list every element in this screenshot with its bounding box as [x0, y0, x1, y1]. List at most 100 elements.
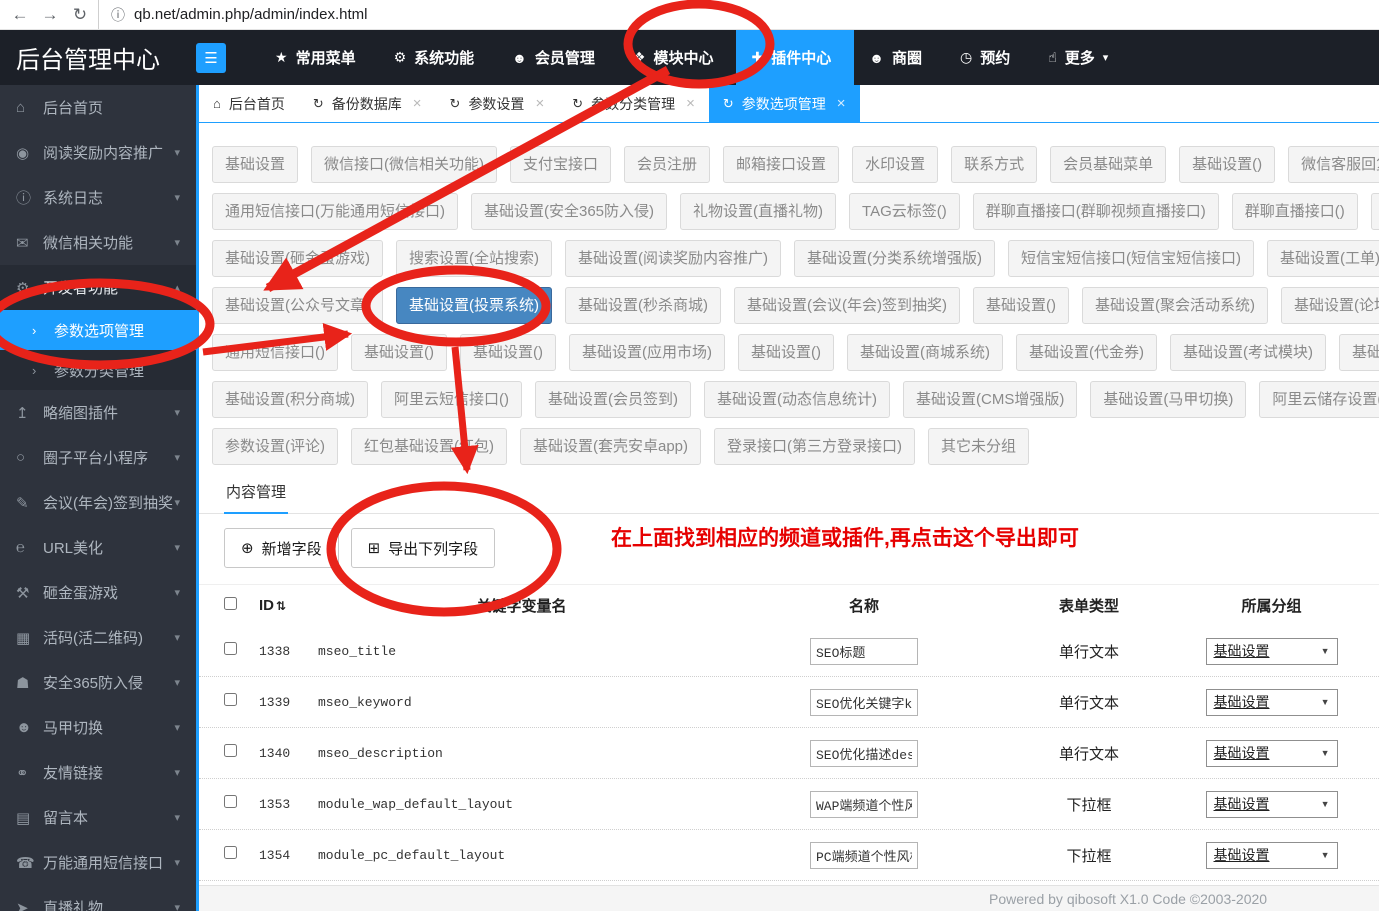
group-select[interactable]: 基础设置 ▼: [1205, 841, 1338, 869]
row-checkbox[interactable]: [224, 642, 237, 655]
group-select[interactable]: 基础设置 ▼: [1205, 790, 1338, 818]
sidebar-item[interactable]: ℮ URL美化 ▾: [0, 525, 196, 570]
nav-item[interactable]: ★ 常用菜单: [260, 30, 379, 85]
nav-item[interactable]: ☻ 商圈: [854, 30, 945, 85]
tab[interactable]: ↻ 参数选项管理 ×: [708, 85, 860, 122]
select-all-checkbox[interactable]: [224, 597, 237, 610]
sidebar-item[interactable]: ▦ 活码(活二维码) ▾: [0, 615, 196, 660]
nav-item[interactable]: ◷ 预约: [945, 30, 1033, 85]
settings-group-button[interactable]: 基础设置(安全365防入侵): [471, 193, 668, 230]
browser-reload-icon[interactable]: ↻: [68, 5, 92, 25]
close-icon[interactable]: ×: [837, 95, 846, 112]
settings-group-button[interactable]: 阿里云短信接口(): [381, 381, 522, 418]
sidebar-item[interactable]: ☗ 安全365防入侵 ▾: [0, 660, 196, 705]
menu-toggle-button[interactable]: ☰: [196, 42, 226, 73]
settings-group-button[interactable]: 联系方式: [951, 146, 1038, 183]
column-id[interactable]: ID ⇅: [259, 597, 304, 614]
sidebar-item[interactable]: ➤ 直播礼物 ▾: [0, 885, 196, 911]
row-checkbox[interactable]: [224, 846, 237, 859]
settings-group-button[interactable]: 基础设置(会议(年会)签到抽奖): [734, 287, 960, 324]
nav-item[interactable]: ☻ 会员管理: [497, 30, 618, 85]
name-input[interactable]: [810, 790, 918, 818]
settings-group-button[interactable]: 基础设置(聚会活动系统): [1081, 287, 1268, 324]
settings-group-button[interactable]: 基础设置(工单): [1267, 240, 1379, 277]
sidebar-item[interactable]: › 参数选项管理: [0, 310, 196, 350]
name-input[interactable]: [810, 688, 918, 716]
settings-group-button[interactable]: 基础设置(动态信息统计): [704, 381, 890, 418]
name-input[interactable]: [810, 841, 918, 869]
sidebar-item[interactable]: ↥ 略缩图插件 ▾: [0, 390, 196, 435]
nav-item[interactable]: ☝ 更多 ▾: [1033, 30, 1123, 85]
tab[interactable]: ⌂ 后台首页 ×: [199, 85, 299, 122]
sidebar-item[interactable]: ☎ 万能通用短信接口 ▾: [0, 840, 196, 885]
settings-group-button[interactable]: 通用短信接口(万能通用短信接口): [212, 193, 458, 230]
settings-group-button[interactable]: 基础设置(套壳安卓app): [520, 428, 702, 465]
settings-group-button[interactable]: 阿里云储存设置(阿里云储存): [1259, 381, 1379, 418]
group-select[interactable]: 基础设置 ▼: [1205, 637, 1338, 665]
settings-group-button[interactable]: 水印设置: [852, 146, 939, 183]
sidebar-item[interactable]: ▤ 留言本 ▾: [0, 795, 196, 840]
group-select[interactable]: 基础设置 ▼: [1205, 739, 1338, 767]
name-input[interactable]: [810, 637, 918, 665]
settings-group-button[interactable]: 基础设置(投票系统): [396, 287, 552, 324]
settings-group-button[interactable]: 基础设置(应用市场): [569, 334, 725, 371]
browser-forward-icon[interactable]: →: [38, 5, 62, 25]
export-fields-button[interactable]: ⊞ 导出下列字段: [350, 528, 496, 568]
settings-group-button[interactable]: 其它未分组: [928, 428, 1030, 465]
settings-group-button[interactable]: 登录接口(第三方登录接口): [714, 428, 916, 465]
settings-group-button[interactable]: 基础设置(砸金蛋游戏): [212, 240, 383, 277]
sidebar-item[interactable]: ⚙ 开发者功能 ▴: [0, 265, 196, 310]
settings-group-button[interactable]: 微信接口(微信相关功能): [311, 146, 498, 183]
close-icon[interactable]: ×: [535, 95, 544, 112]
tab[interactable]: ↻ 备份数据库 ×: [299, 85, 436, 122]
settings-group-button[interactable]: TAG云标签(): [849, 193, 960, 230]
settings-group-button[interactable]: 会员注册: [624, 146, 711, 183]
sidebar-item[interactable]: ⚒ 砸金蛋游戏 ▾: [0, 570, 196, 615]
settings-group-button[interactable]: 基础设置: [212, 146, 299, 183]
sidebar-item[interactable]: ✉ 微信相关功能 ▾: [0, 220, 196, 265]
sidebar-item[interactable]: › 参数分类管理: [0, 350, 196, 390]
group-select[interactable]: 基础设置 ▼: [1205, 688, 1338, 716]
settings-group-button[interactable]: 礼物设置(直播礼物): [680, 193, 837, 230]
add-field-button[interactable]: ⊕ 新增字段: [224, 528, 339, 568]
settings-group-button[interactable]: 基础设置(论坛系统): [1280, 287, 1379, 324]
settings-group-button[interactable]: 基础设置(秒杀商城): [565, 287, 721, 324]
sidebar-item[interactable]: ⓘ 系统日志 ▾: [0, 175, 196, 220]
settings-group-button[interactable]: 群聊直播接口(): [1231, 193, 1358, 230]
panel-title-tab[interactable]: 内容管理: [224, 475, 289, 514]
row-checkbox[interactable]: [224, 693, 237, 706]
settings-group-button[interactable]: 会员基础菜单: [1050, 146, 1167, 183]
settings-group-button[interactable]: 通用短信接口(): [212, 334, 338, 371]
settings-group-button[interactable]: 短信宝短信接口(短信宝短信接口): [1008, 240, 1254, 277]
settings-group-button[interactable]: 基础设置(CMS增强版): [903, 381, 1078, 418]
settings-group-button[interactable]: 基础设置(): [738, 334, 834, 371]
page-info-icon[interactable]: ⓘ: [111, 5, 125, 25]
url-bar[interactable]: ⓘ qb.net/admin.php/admin/index.html: [98, 0, 1371, 29]
settings-group-button[interactable]: 群聊直播接口(群聊视频直播接口): [972, 193, 1219, 230]
settings-group-button[interactable]: 基础设置(公众号文章): [212, 287, 383, 324]
settings-group-button[interactable]: 红包基础设置(红包): [351, 428, 507, 465]
browser-back-icon[interactable]: ←: [8, 5, 32, 25]
sidebar-item[interactable]: ☻ 马甲切换 ▾: [0, 705, 196, 750]
name-input[interactable]: [810, 739, 918, 767]
settings-group-button[interactable]: 参数设置(评论): [212, 428, 338, 465]
nav-item[interactable]: ⚙ 系统功能: [379, 30, 498, 85]
sidebar-item[interactable]: ✎ 会议(年会)签到抽奖 ▾: [0, 480, 196, 525]
row-checkbox[interactable]: [224, 744, 237, 757]
settings-group-button[interactable]: 基础设置(分类系统增强版): [794, 240, 995, 277]
sidebar-item[interactable]: ⚭ 友情链接 ▾: [0, 750, 196, 795]
settings-group-button[interactable]: 搜索设置(全站搜索): [396, 240, 552, 277]
settings-group-button[interactable]: 基础设置(考试模块): [1170, 334, 1326, 371]
settings-group-button[interactable]: 基础设置(): [351, 334, 447, 371]
settings-group-button[interactable]: 基础设置(分销宣传): [1370, 193, 1379, 230]
settings-group-button[interactable]: 基础设置(阅读奖励内容推广): [565, 240, 781, 277]
settings-group-button[interactable]: 基础设置(积分商城): [212, 381, 368, 418]
close-icon[interactable]: ×: [413, 95, 422, 112]
settings-group-button[interactable]: 基础设置(语音红包): [1339, 334, 1379, 371]
nav-item[interactable]: ❖ 模块中心: [618, 30, 737, 85]
tab[interactable]: ↻ 参数设置 ×: [436, 85, 559, 122]
sidebar-item[interactable]: ○ 圈子平台小程序 ▾: [0, 435, 196, 480]
tab[interactable]: ↻ 参数分类管理 ×: [558, 85, 709, 122]
settings-group-button[interactable]: 基础设置(代金券): [1016, 334, 1157, 371]
close-icon[interactable]: ×: [686, 95, 695, 112]
